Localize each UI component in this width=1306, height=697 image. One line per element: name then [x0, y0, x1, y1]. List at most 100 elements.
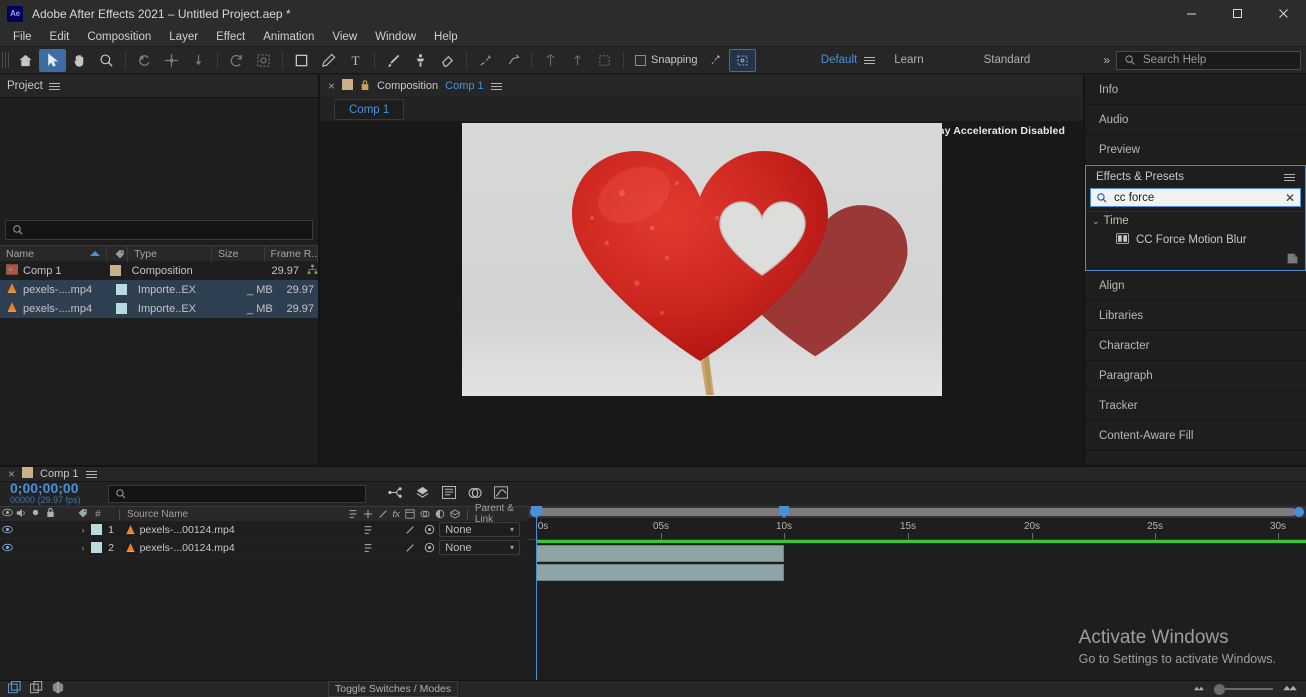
roto-brush-tool-icon[interactable] — [250, 49, 277, 72]
frame-blending-icon[interactable] — [468, 486, 482, 503]
home-icon[interactable] — [12, 49, 39, 72]
timeline-panel-tab[interactable]: × Comp 1 — [0, 467, 1306, 482]
timeline-navigator[interactable] — [528, 506, 1306, 518]
zoom-out-timeline-icon[interactable] — [1192, 683, 1205, 695]
col-header-name[interactable]: Name — [6, 246, 34, 262]
label-color-swatch[interactable] — [115, 284, 127, 295]
workspace-learn-button[interactable]: Learn — [887, 54, 930, 66]
layer-duration-bar[interactable] — [536, 564, 784, 581]
comp-flowchart-icon[interactable] — [307, 264, 318, 278]
clone-stamp-tool-icon[interactable] — [407, 49, 434, 72]
timeline-graph-area[interactable]: 0s 05s 10s 15s 20s 25s 30s — [528, 506, 1306, 680]
puppet-pin-tool-icon[interactable] — [472, 49, 499, 72]
expand-layer-icon[interactable]: › — [76, 543, 89, 553]
graph-editor-icon[interactable] — [494, 486, 508, 502]
effect-item-cc-force-motion-blur[interactable]: CC Force Motion Blur — [1086, 230, 1305, 250]
hand-tool-icon[interactable] — [66, 49, 93, 72]
selection-tool-icon[interactable] — [39, 48, 66, 72]
quality-switch[interactable] — [399, 543, 420, 553]
label-color-swatch[interactable] — [109, 265, 121, 276]
comp-subtab-comp1[interactable]: Comp 1 — [334, 99, 405, 120]
panel-align[interactable]: Align — [1085, 271, 1306, 301]
effects-panel-menu-icon[interactable] — [1284, 172, 1295, 183]
menu-view[interactable]: View — [323, 29, 366, 45]
parent-select[interactable]: None ▾ — [439, 540, 520, 555]
workspace-standard-button[interactable]: Standard — [977, 54, 1038, 66]
project-panel-tab[interactable]: Project — [0, 75, 318, 98]
timeline-panel-menu-icon[interactable] — [85, 469, 97, 480]
menu-file[interactable]: File — [4, 29, 41, 45]
sort-ascending-icon[interactable] — [89, 251, 100, 256]
work-area-bar[interactable] — [536, 540, 1306, 543]
label-color-swatch[interactable] — [115, 303, 127, 314]
zoom-tool-icon[interactable] — [93, 49, 120, 72]
layer-source-name[interactable]: pexels-...00124.mp4 — [140, 542, 358, 554]
time-ruler[interactable]: 0s 05s 10s 15s 20s 25s 30s — [528, 518, 1306, 540]
effects-search-input[interactable] — [1114, 191, 1279, 204]
snapping-checkbox[interactable] — [635, 54, 646, 66]
table-row[interactable]: Comp 1 Composition 29.97 — [0, 261, 318, 280]
col-header-size[interactable]: Size — [212, 245, 265, 262]
timeline-zoom-slider[interactable] — [1214, 683, 1273, 695]
mask-feather-tool-icon[interactable] — [537, 49, 564, 72]
type-tool-icon[interactable]: T — [342, 49, 369, 72]
parent-pickwhip-icon[interactable] — [420, 542, 439, 553]
puppet-overlap-tool-icon[interactable] — [499, 49, 526, 72]
project-panel-menu-icon[interactable] — [48, 81, 60, 92]
draft-3d-icon[interactable] — [415, 486, 430, 502]
minimize-button[interactable] — [1168, 0, 1214, 27]
composition-panel-menu-icon[interactable] — [490, 81, 502, 92]
shape-tool-icon[interactable] — [288, 49, 315, 72]
eraser-tool-icon[interactable] — [434, 49, 461, 72]
clear-search-icon[interactable]: ✕ — [1285, 191, 1295, 205]
maximize-button[interactable] — [1214, 0, 1260, 27]
three-d-renderer-icon[interactable] — [52, 681, 64, 697]
layer-duration-bar[interactable] — [536, 545, 784, 562]
lock-icon[interactable] — [360, 79, 370, 94]
brush-tool-icon[interactable] — [380, 49, 407, 72]
parent-pickwhip-icon[interactable] — [420, 524, 439, 535]
rotate-brush-tool-icon[interactable] — [223, 49, 250, 72]
panel-libraries[interactable]: Libraries — [1085, 301, 1306, 331]
panel-preview[interactable]: Preview — [1085, 135, 1306, 165]
col-header-source-name[interactable]: Source Name — [120, 509, 348, 520]
workspace-overflow-icon[interactable]: » — [1097, 53, 1116, 67]
layer-label-swatch[interactable] — [90, 542, 102, 553]
hide-shy-layers-icon[interactable] — [442, 486, 456, 502]
menu-layer[interactable]: Layer — [160, 29, 207, 45]
quality-switch[interactable] — [399, 525, 420, 535]
snap-target-icon[interactable] — [702, 49, 729, 72]
workspace-menu-icon[interactable] — [864, 55, 876, 66]
pan-behind-tool-icon[interactable] — [185, 49, 212, 72]
layer-switches-icon[interactable] — [7, 680, 21, 697]
col-header-framerate[interactable]: Frame R... — [265, 245, 319, 262]
panel-audio[interactable]: Audio — [1085, 105, 1306, 135]
panel-tracker[interactable]: Tracker — [1085, 391, 1306, 421]
col-header-type[interactable]: Type — [128, 245, 212, 262]
duplicate-layers-icon[interactable] — [29, 680, 43, 697]
effects-category-time[interactable]: ⌄ Time — [1086, 211, 1305, 230]
close-icon[interactable]: × — [328, 79, 335, 93]
parent-select[interactable]: None ▾ — [439, 522, 520, 537]
navigator-range[interactable] — [534, 508, 1296, 516]
table-row[interactable]: pexels-....mp4 Importe..EX _ MB 29.97 — [0, 299, 318, 318]
unified-camera-tool-icon[interactable] — [158, 49, 185, 72]
pen-tool-icon[interactable] — [315, 49, 342, 72]
table-row[interactable]: pexels-....mp4 Importe..EX _ MB 29.97 — [0, 280, 318, 299]
composition-mini-flowchart-icon[interactable] — [388, 486, 403, 502]
current-time-indicator[interactable] — [536, 506, 537, 680]
new-animation-preset-icon[interactable] — [1286, 252, 1299, 268]
menu-animation[interactable]: Animation — [254, 29, 323, 45]
snapping-toggle[interactable]: Snapping — [635, 54, 698, 66]
menu-effect[interactable]: Effect — [207, 29, 254, 45]
toggle-switches-modes-button[interactable]: Toggle Switches / Modes — [328, 681, 459, 697]
composition-canvas[interactable] — [462, 123, 942, 396]
menu-help[interactable]: Help — [425, 29, 467, 45]
project-search-input[interactable] — [5, 220, 313, 240]
motion-blur-switch[interactable] — [357, 543, 378, 553]
current-time-display[interactable]: 0;00;00;00 00000 (29.97 fps) — [0, 481, 108, 506]
composition-panel-tab[interactable]: × Composition Comp 1 — [320, 75, 1083, 97]
close-button[interactable] — [1260, 0, 1306, 27]
panel-content-aware-fill[interactable]: Content-Aware Fill — [1085, 421, 1306, 451]
chevron-down-icon[interactable]: ⌄ — [1092, 216, 1100, 227]
